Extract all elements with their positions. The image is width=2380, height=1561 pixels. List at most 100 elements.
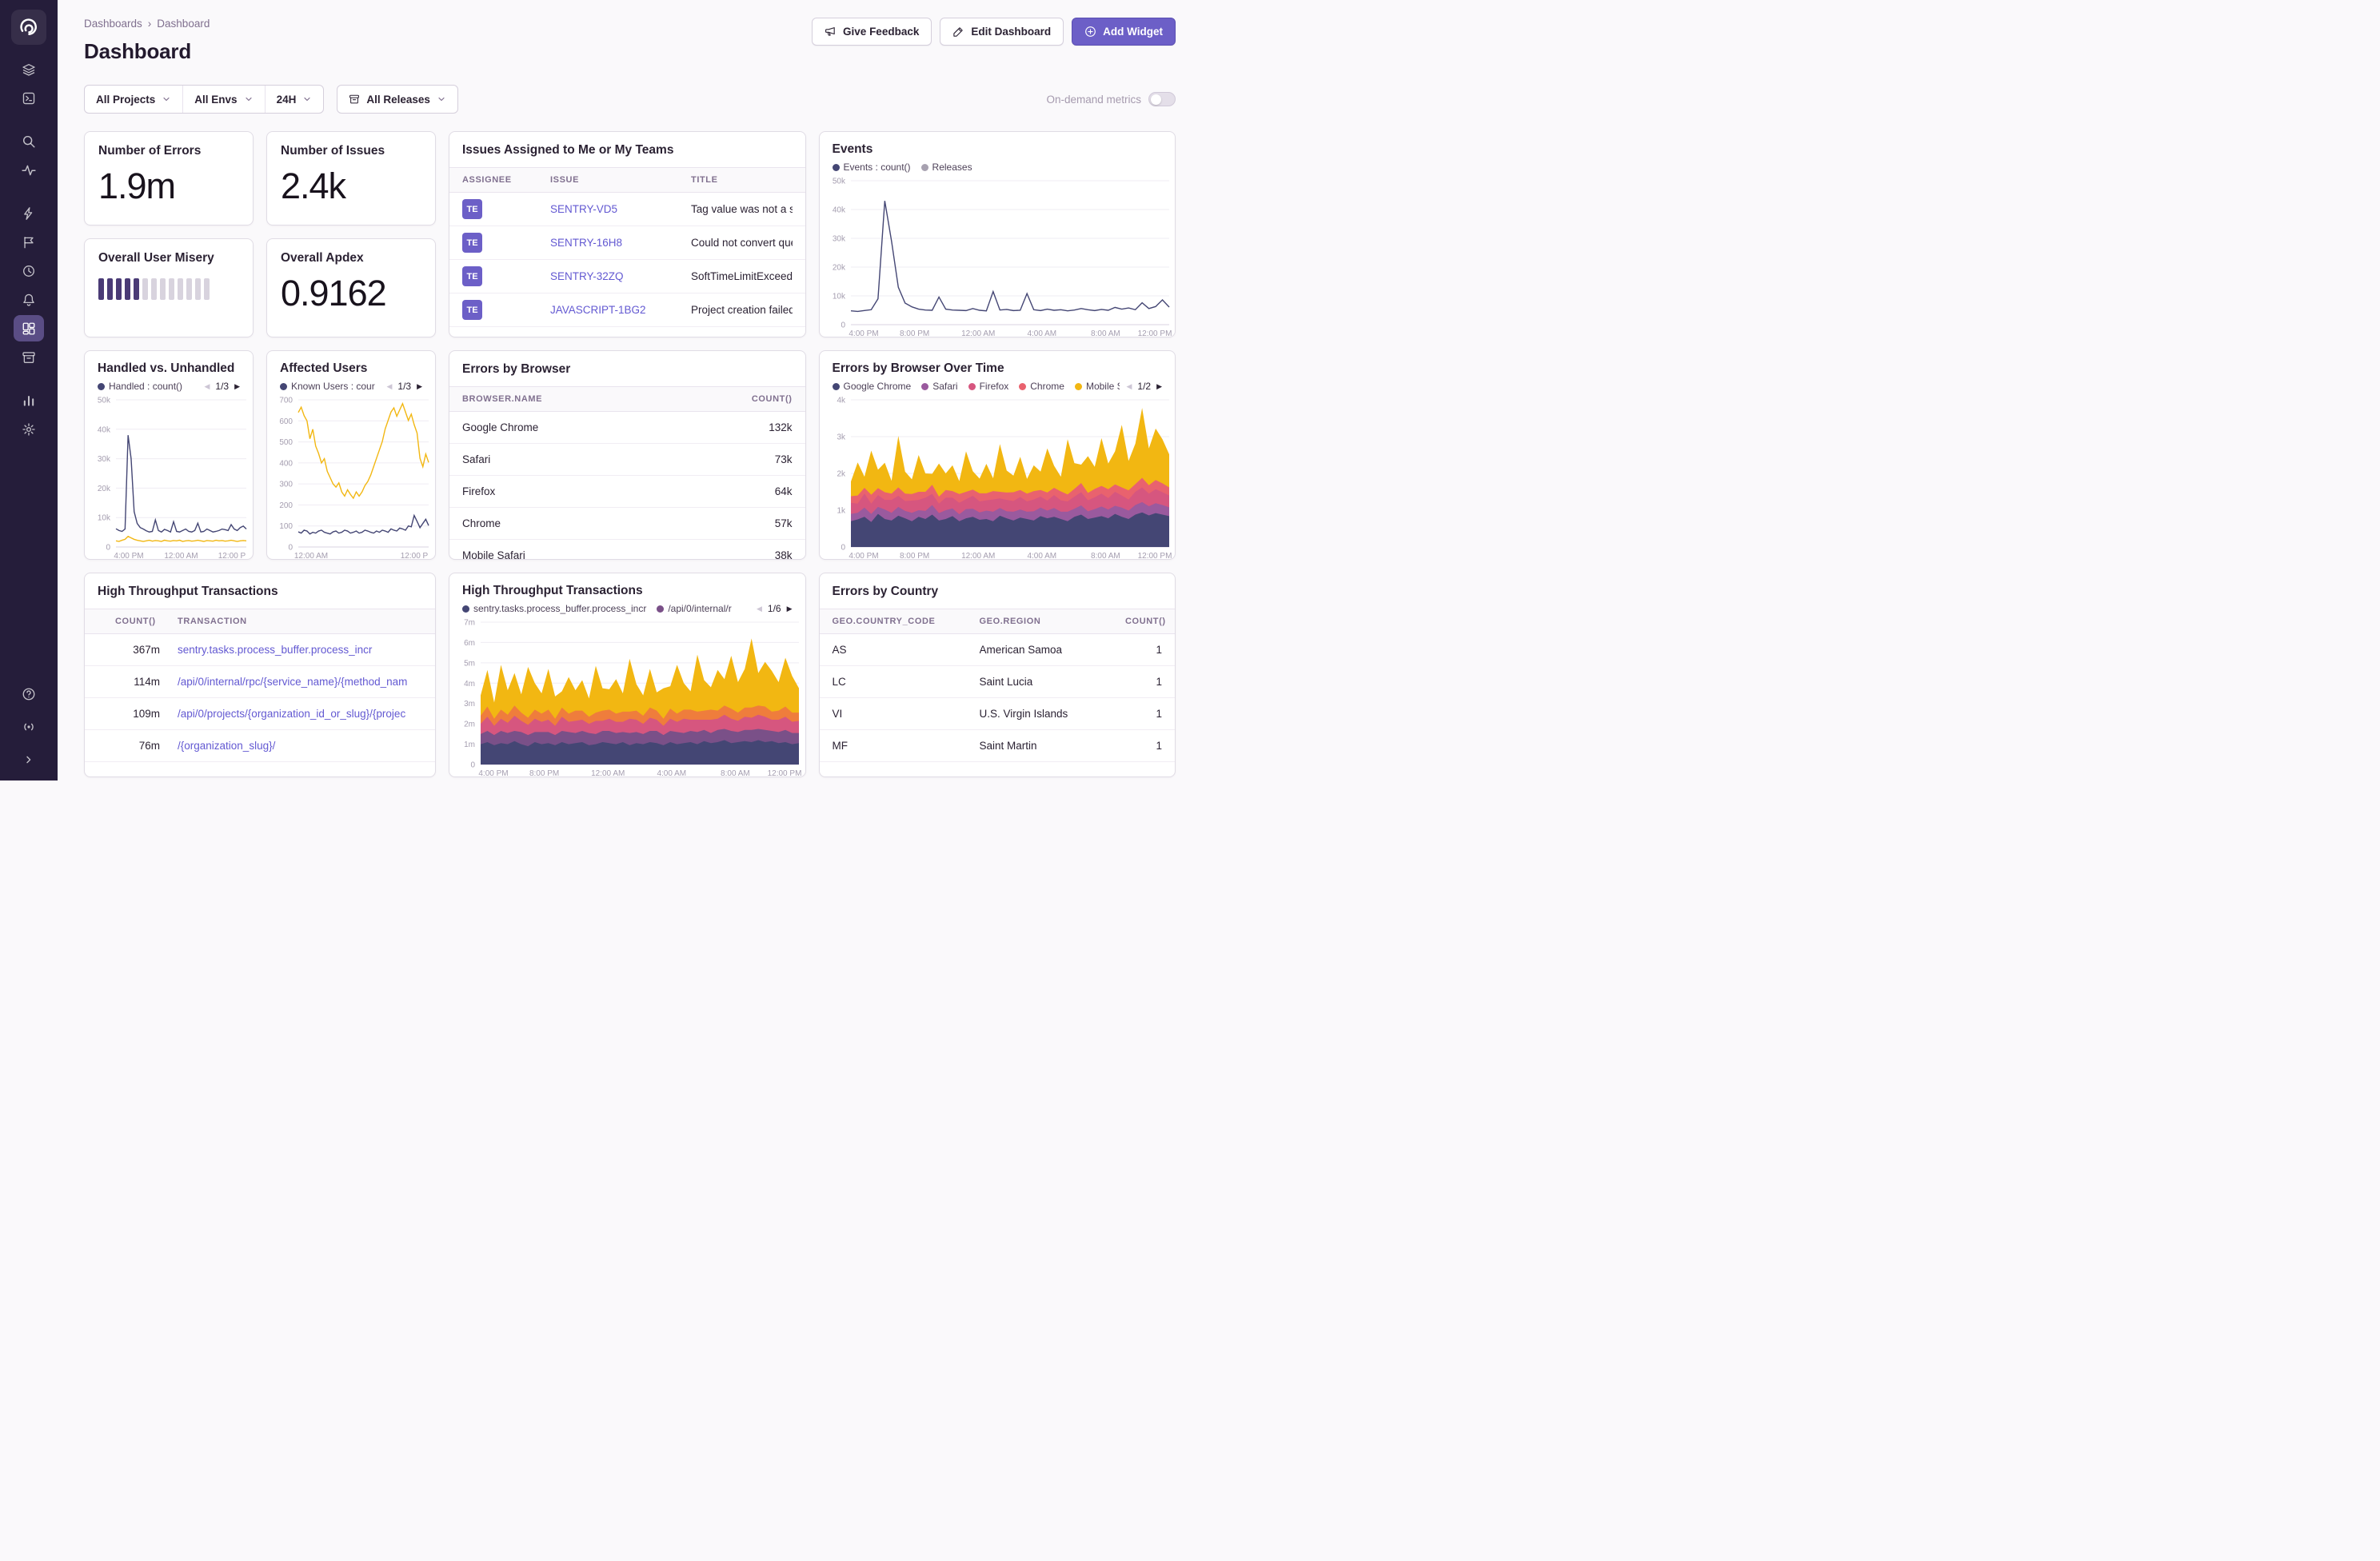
widget-title[interactable]: High Throughput Transactions bbox=[462, 584, 793, 598]
browser-name: Chrome bbox=[462, 517, 729, 529]
sidebar-item-dashboards[interactable] bbox=[14, 315, 44, 341]
add-widget-button[interactable]: Add Widget bbox=[1072, 18, 1176, 46]
legend-item[interactable]: Releases bbox=[921, 162, 972, 173]
pager-count: 1/3 bbox=[215, 381, 229, 392]
transaction-link[interactable]: /api/0/projects/{organization_id_or_slug… bbox=[178, 708, 422, 720]
widget-user-misery: Overall User Misery bbox=[84, 238, 254, 337]
pager-next-icon[interactable]: ▶ bbox=[417, 382, 422, 391]
legend-dot bbox=[833, 383, 840, 390]
date-range-filter[interactable]: 24H bbox=[266, 86, 324, 113]
breadcrumb-dashboards[interactable]: Dashboards bbox=[84, 18, 142, 30]
assignee-avatar[interactable]: TE bbox=[462, 300, 482, 320]
pager-next-icon[interactable]: ▶ bbox=[234, 382, 240, 391]
widget-errors-by-browser-over-time: Errors by Browser Over Time Google Chrom… bbox=[819, 350, 1176, 560]
legend-item[interactable]: Known Users : cour bbox=[280, 381, 375, 392]
widget-title[interactable]: Number of Issues bbox=[281, 144, 421, 158]
misery-bar bbox=[160, 278, 166, 300]
legend-item[interactable]: Google Chrome bbox=[833, 381, 912, 392]
give-feedback-button[interactable]: Give Feedback bbox=[812, 18, 932, 46]
svg-text:4m: 4m bbox=[464, 680, 475, 689]
sidebar-item-feedback[interactable] bbox=[14, 229, 44, 255]
pager-next-icon[interactable]: ▶ bbox=[787, 605, 793, 613]
pager-prev-icon[interactable]: ◀ bbox=[204, 382, 210, 391]
chart-legend: sentry.tasks.process_buffer.process_incr… bbox=[462, 603, 750, 614]
sentry-logo[interactable] bbox=[11, 10, 46, 45]
legend-item[interactable]: /api/0/internal/r bbox=[657, 603, 731, 614]
svg-text:40k: 40k bbox=[98, 425, 111, 434]
edit-dashboard-button[interactable]: Edit Dashboard bbox=[940, 18, 1064, 46]
widget-number-of-issues: Number of Issues 2.4k bbox=[266, 131, 436, 226]
issue-title: Tag value was not a strin bbox=[691, 203, 793, 215]
browser-count: 38k bbox=[729, 549, 793, 560]
legend-item[interactable]: Events : count() bbox=[833, 162, 911, 173]
svg-text:12:00 AM: 12:00 AM bbox=[961, 552, 995, 560]
transaction-link[interactable]: /{organization_slug}/ bbox=[178, 740, 422, 752]
widget-title[interactable]: Events bbox=[833, 142, 1163, 157]
pager-next-icon[interactable]: ▶ bbox=[1156, 382, 1162, 391]
issue-link[interactable]: SENTRY-32ZQ bbox=[550, 270, 691, 282]
sidebar-item-help[interactable] bbox=[14, 681, 44, 707]
sidebar-item-traces[interactable] bbox=[14, 157, 44, 183]
project-filter[interactable]: All Projects bbox=[85, 86, 183, 113]
pager-prev-icon[interactable]: ◀ bbox=[386, 382, 392, 391]
environment-filter[interactable]: All Envs bbox=[183, 86, 265, 113]
sidebar-item-search[interactable] bbox=[14, 128, 44, 154]
svg-text:40k: 40k bbox=[832, 206, 845, 215]
widget-title[interactable]: Overall User Misery bbox=[98, 251, 239, 265]
widget-title[interactable]: Overall Apdex bbox=[281, 251, 421, 265]
release-filter[interactable]: All Releases bbox=[337, 85, 458, 114]
legend-item[interactable]: Handled : count() bbox=[98, 381, 182, 392]
legend-item[interactable]: Mobile S bbox=[1075, 381, 1120, 392]
toggle-knob bbox=[1151, 94, 1161, 105]
legend-item[interactable]: Chrome bbox=[1019, 381, 1064, 392]
misery-bar bbox=[125, 278, 130, 300]
sidebar-item-settings[interactable] bbox=[14, 416, 44, 442]
legend-item[interactable]: Safari bbox=[921, 381, 957, 392]
widget-title[interactable]: Issues Assigned to Me or My Teams bbox=[449, 132, 805, 167]
assignee-avatar[interactable]: TE bbox=[462, 266, 482, 286]
transaction-link[interactable]: sentry.tasks.process_buffer.process_incr bbox=[178, 644, 422, 656]
sidebar-item-alerts[interactable] bbox=[14, 286, 44, 313]
svg-text:5m: 5m bbox=[464, 659, 475, 668]
browser-name: Mobile Safari bbox=[462, 549, 729, 560]
sidebar-item-stats[interactable] bbox=[14, 387, 44, 413]
sidebar-item-replays[interactable] bbox=[14, 258, 44, 284]
sidebar-item-discover[interactable] bbox=[14, 200, 44, 226]
issue-link[interactable]: SENTRY-16H8 bbox=[550, 237, 691, 249]
svg-text:8:00 AM: 8:00 AM bbox=[1091, 329, 1120, 337]
table-row: TE JAVASCRIPT-1BG2 Project creation fail… bbox=[449, 293, 805, 327]
widget-title[interactable]: Handled vs. Unhandled bbox=[98, 361, 240, 376]
assignee-avatar[interactable]: TE bbox=[462, 233, 482, 253]
widget-title[interactable]: Errors by Country bbox=[820, 573, 1176, 609]
sidebar-collapse[interactable] bbox=[14, 746, 44, 773]
widget-title[interactable]: Number of Errors bbox=[98, 144, 239, 158]
sidebar-item-issues[interactable] bbox=[14, 56, 44, 82]
widget-title[interactable]: Affected Users bbox=[280, 361, 422, 376]
assignee-avatar[interactable]: TE bbox=[462, 199, 482, 219]
widget-grid: Number of Errors 1.9m Number of Issues 2… bbox=[84, 131, 1176, 777]
sidebar-nav bbox=[0, 56, 58, 681]
browser-count: 73k bbox=[729, 453, 793, 465]
sidebar-item-releases[interactable] bbox=[14, 344, 44, 370]
sidebar-item-projects[interactable] bbox=[14, 85, 44, 111]
issue-link[interactable]: JAVASCRIPT-1BG2 bbox=[550, 304, 691, 316]
on-demand-toggle[interactable] bbox=[1148, 92, 1176, 106]
country-count: 1 bbox=[1125, 740, 1162, 752]
issue-link[interactable]: SENTRY-VD5 bbox=[550, 203, 691, 215]
misery-bar bbox=[116, 278, 122, 300]
widget-title[interactable]: High Throughput Transactions bbox=[85, 573, 435, 609]
legend-item[interactable]: Firefox bbox=[968, 381, 1009, 392]
widget-title[interactable]: Errors by Browser Over Time bbox=[833, 361, 1163, 376]
chevron-down-icon bbox=[302, 94, 312, 104]
chart-legend: Handled : count() bbox=[98, 381, 198, 392]
legend-item[interactable]: sentry.tasks.process_buffer.process_incr bbox=[462, 603, 646, 614]
sidebar-item-broadcasts[interactable] bbox=[14, 713, 44, 740]
pager-count: 1/6 bbox=[768, 603, 781, 614]
browser-name: Safari bbox=[462, 453, 729, 465]
pager-prev-icon[interactable]: ◀ bbox=[1126, 382, 1132, 391]
widget-title[interactable]: Errors by Browser bbox=[449, 351, 805, 386]
big-number-value: 2.4k bbox=[281, 166, 421, 207]
transaction-link[interactable]: /api/0/internal/rpc/{service_name}/{meth… bbox=[178, 676, 422, 688]
pager-prev-icon[interactable]: ◀ bbox=[757, 605, 762, 613]
table-row: LC Saint Lucia 1 bbox=[820, 666, 1176, 698]
